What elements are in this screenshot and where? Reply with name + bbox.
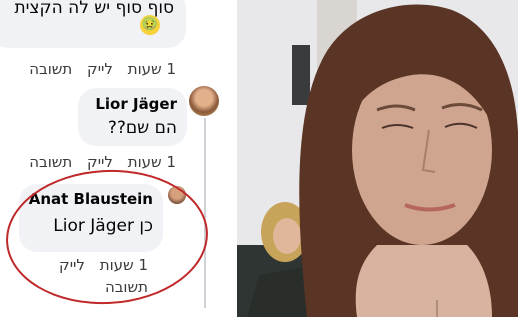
avatar[interactable] [189, 86, 219, 116]
comment-text: הם שם?? [107, 118, 177, 138]
comment-time: 1 שעות [127, 60, 176, 78]
reply-link[interactable]: תשובה [29, 60, 72, 78]
nauseated-face-emoji: 🤢 [140, 15, 160, 35]
like-link[interactable]: לייק [87, 153, 113, 171]
selfie-illustration [237, 0, 518, 317]
selfie-photo [237, 0, 518, 317]
comment-actions-1: 1 שעות לייק תשובה [19, 60, 176, 78]
comment-author[interactable]: Lior Jäger [95, 95, 177, 113]
comment-bubble-2: Lior Jäger הם שם?? [78, 88, 187, 146]
like-link[interactable]: לייק [87, 60, 113, 78]
thread-line [204, 118, 206, 308]
reply-link[interactable]: תשובה [29, 153, 72, 171]
comment-thread: סוף סוף יש לה הקצית 🤢 1 שעות לייק תשובה … [0, 0, 236, 317]
comment-bubble-1: סוף סוף יש לה הקצית 🤢 [0, 0, 186, 48]
comment-actions-2: 1 שעות לייק תשובה [19, 153, 176, 171]
comment-time: 1 שעות [127, 153, 176, 171]
